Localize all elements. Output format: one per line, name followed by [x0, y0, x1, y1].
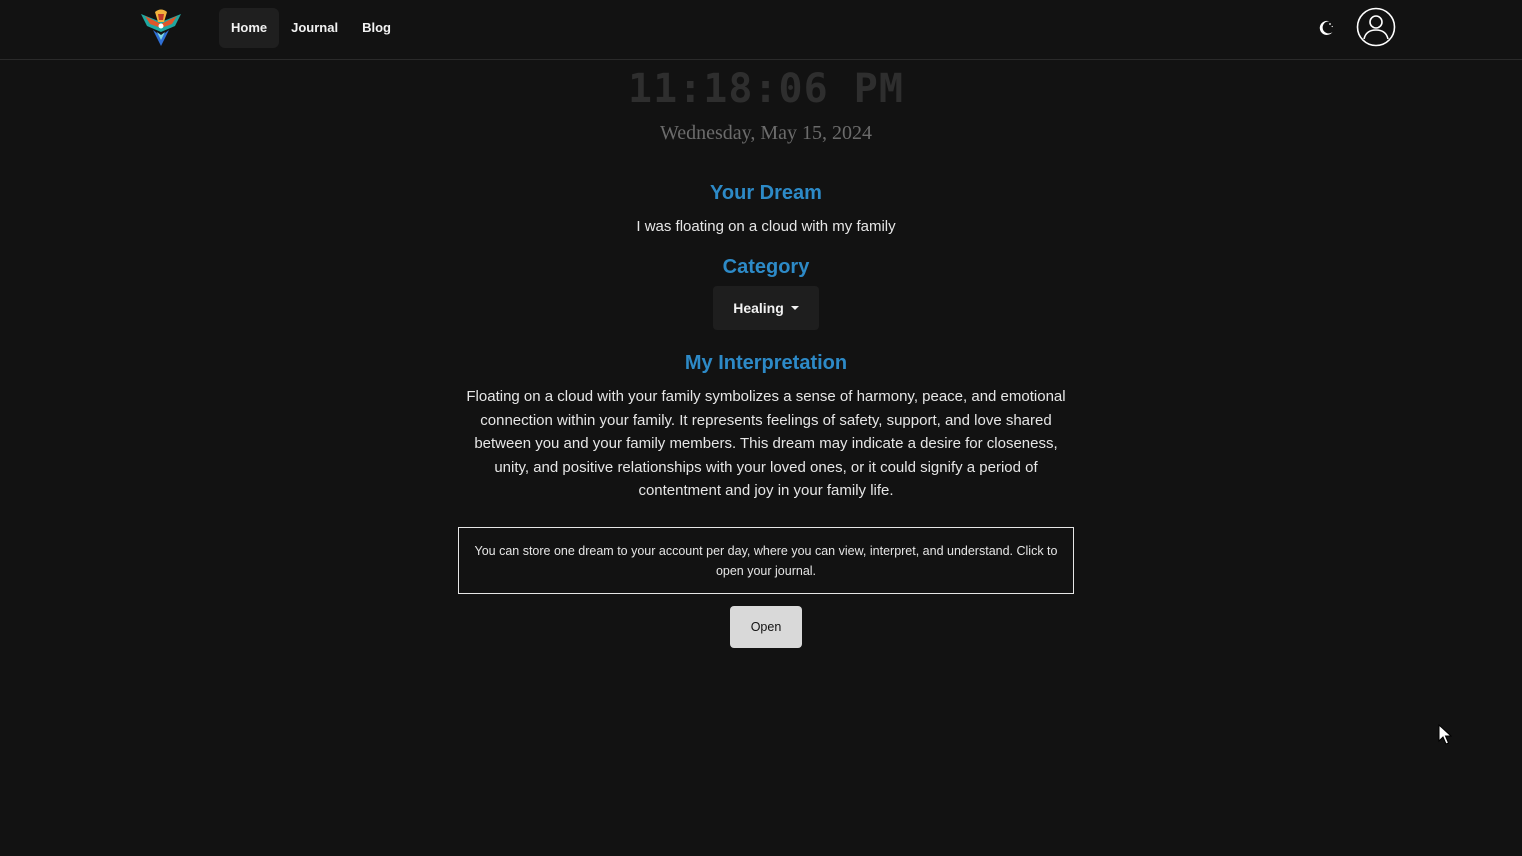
nav-blog-link[interactable]: Blog [350, 8, 403, 48]
moon-icon[interactable] [1315, 17, 1337, 39]
chevron-down-icon [790, 306, 799, 310]
interpretation-title: My Interpretation [684, 352, 848, 374]
clock-date: Wednesday, May 15, 2024 [659, 122, 873, 144]
journal-info-text: You can store one dream to your account … [474, 543, 1058, 578]
nav-journal-link[interactable]: Journal [279, 8, 350, 48]
interpretation-text: Floating on a cloud with your family sym… [466, 388, 1066, 499]
journal-info-box: You can store one dream to your account … [458, 527, 1074, 594]
open-journal-button[interactable]: Open [730, 606, 802, 648]
mouse-cursor-icon [1438, 723, 1453, 746]
category-selected-label: Healing [733, 300, 784, 316]
phoenix-logo-icon[interactable] [139, 8, 183, 48]
navbar: Home Journal Blog [0, 0, 1522, 60]
user-avatar-icon[interactable] [1356, 7, 1396, 47]
dream-text: I was floating on a cloud with my family [636, 218, 896, 235]
nav-links: Home Journal Blog [219, 8, 403, 48]
category-title: Category [722, 256, 810, 278]
dream-title: Your Dream [710, 182, 822, 204]
clock-time: 11:18:06 PM [628, 66, 904, 112]
category-dropdown[interactable]: Healing [713, 286, 819, 330]
nav-home-link[interactable]: Home [219, 8, 280, 48]
